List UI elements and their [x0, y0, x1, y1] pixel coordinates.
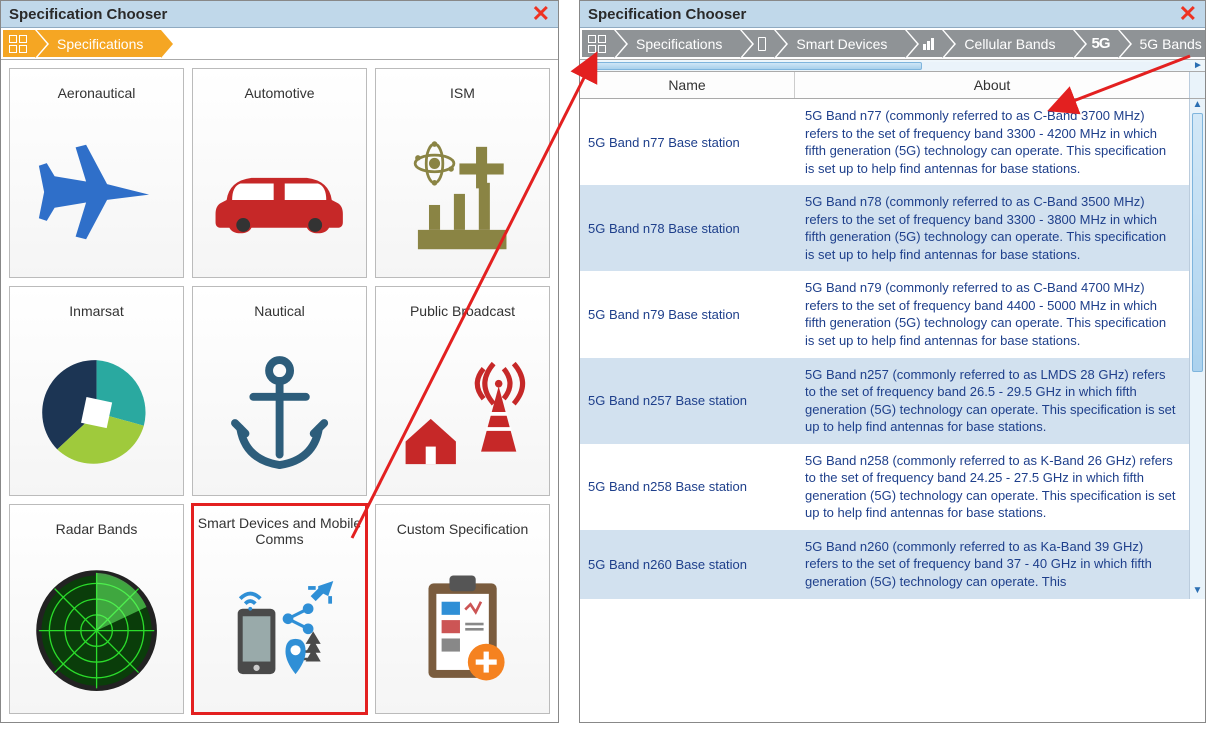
breadcrumb-specifications[interactable]: Specifications: [35, 30, 161, 57]
right-title: Specification Chooser: [588, 6, 746, 23]
phone-icon: [758, 37, 766, 51]
column-about[interactable]: About: [795, 72, 1189, 98]
breadcrumb-smart-devices[interactable]: Smart Devices: [774, 30, 905, 57]
tile-label: Smart Devices and Mobile Comms: [193, 505, 366, 553]
scroll-left-icon[interactable]: ◄: [580, 60, 594, 71]
breadcrumb-scrollbar[interactable]: ◄ ►: [580, 60, 1205, 72]
breadcrumb-label: Cellular Bands: [964, 36, 1055, 52]
left-breadcrumbs: Specifications: [1, 28, 558, 60]
breadcrumb-cellular-bands[interactable]: Cellular Bands: [942, 30, 1073, 57]
tile-nautical[interactable]: Nautical: [192, 286, 367, 496]
scroll-up-icon[interactable]: ▲: [1190, 99, 1205, 113]
ism-icon: [376, 113, 549, 277]
breadcrumb-label: Specifications: [57, 36, 143, 52]
scroll-track[interactable]: [1190, 113, 1205, 585]
tower-icon: [923, 38, 934, 50]
table-row[interactable]: 5G Band n257 Base station 5G Band n257 (…: [580, 358, 1189, 444]
table-row[interactable]: 5G Band n260 Base station 5G Band n260 (…: [580, 530, 1189, 599]
close-icon[interactable]: ✕: [532, 5, 550, 23]
close-icon[interactable]: ✕: [1179, 5, 1197, 23]
right-panel: Specification Chooser ✕ Specifications S…: [579, 0, 1206, 723]
clipboard-icon: [376, 549, 549, 713]
table-row[interactable]: 5G Band n77 Base station 5G Band n77 (co…: [580, 99, 1189, 185]
breadcrumb-label: Specifications: [636, 36, 722, 52]
left-titlebar: Specification Chooser ✕: [1, 1, 558, 28]
cell-about: 5G Band n78 (commonly referred to as C-B…: [795, 185, 1189, 271]
table-row[interactable]: 5G Band n258 Base station 5G Band n258 (…: [580, 444, 1189, 530]
grid-icon: [9, 35, 27, 53]
table-row[interactable]: 5G Band n79 Base station 5G Band n79 (co…: [580, 271, 1189, 357]
cell-name: 5G Band n257 Base station: [580, 358, 795, 444]
airplane-icon: [10, 113, 183, 277]
tile-smart-devices[interactable]: Smart Devices and Mobile Comms: [192, 504, 367, 714]
tile-automotive[interactable]: Automotive: [192, 68, 367, 278]
left-panel: Specification Chooser ✕ Specifications A…: [0, 0, 559, 723]
cell-name: 5G Band n258 Base station: [580, 444, 795, 530]
tile-label: Custom Specification: [393, 505, 533, 549]
tile-radar-bands[interactable]: Radar Bands: [9, 504, 184, 714]
scroll-thumb[interactable]: [594, 62, 922, 70]
tile-inmarsat[interactable]: Inmarsat: [9, 286, 184, 496]
tile-aeronautical[interactable]: Aeronautical: [9, 68, 184, 278]
column-name[interactable]: Name: [580, 72, 795, 98]
breadcrumb-label: 5G Bands: [1140, 36, 1202, 52]
tile-label: Inmarsat: [65, 287, 127, 331]
smart-devices-icon: [193, 553, 366, 713]
vertical-scrollbar[interactable]: ▲ ▼: [1189, 99, 1205, 599]
tile-label: ISM: [446, 69, 479, 113]
inmarsat-icon: [10, 331, 183, 495]
right-titlebar: Specification Chooser ✕: [580, 1, 1205, 28]
tile-grid: Aeronautical Automotive ISM: [1, 60, 558, 722]
scroll-thumb[interactable]: [1192, 113, 1203, 372]
cell-about: 5G Band n258 (commonly referred to as K-…: [795, 444, 1189, 530]
tile-public-broadcast[interactable]: Public Broadcast: [375, 286, 550, 496]
breadcrumb-label: Smart Devices: [796, 36, 887, 52]
tile-label: Automotive: [240, 69, 318, 113]
cell-about: 5G Band n260 (commonly referred to as Ka…: [795, 530, 1189, 599]
radar-icon: [10, 549, 183, 713]
breadcrumb-root-icon[interactable]: [3, 30, 35, 57]
tile-label: Radar Bands: [52, 505, 142, 549]
table-header: Name About: [580, 72, 1205, 99]
left-title: Specification Chooser: [9, 6, 167, 23]
tile-label: Aeronautical: [54, 69, 140, 113]
grid-icon: [588, 35, 606, 53]
cell-name: 5G Band n79 Base station: [580, 271, 795, 357]
anchor-icon: [193, 331, 366, 495]
tile-custom-specification[interactable]: Custom Specification: [375, 504, 550, 714]
tile-label: Nautical: [250, 287, 309, 331]
tile-ism[interactable]: ISM: [375, 68, 550, 278]
car-icon: [193, 113, 366, 277]
scroll-track[interactable]: [594, 62, 1191, 70]
five-g-icon: 5G: [1091, 35, 1109, 52]
tile-label: Public Broadcast: [406, 287, 519, 331]
cell-about: 5G Band n79 (commonly referred to as C-B…: [795, 271, 1189, 357]
breadcrumb-specifications[interactable]: Specifications: [614, 30, 740, 57]
table-body: 5G Band n77 Base station 5G Band n77 (co…: [580, 99, 1205, 599]
breadcrumb-root-icon[interactable]: [582, 30, 614, 57]
scroll-right-icon[interactable]: ►: [1191, 60, 1205, 71]
right-breadcrumbs: Specifications Smart Devices Cellular Ba…: [580, 28, 1205, 60]
table-row[interactable]: 5G Band n78 Base station 5G Band n78 (co…: [580, 185, 1189, 271]
cell-name: 5G Band n77 Base station: [580, 99, 795, 185]
scroll-down-icon[interactable]: ▼: [1190, 585, 1205, 599]
cell-name: 5G Band n78 Base station: [580, 185, 795, 271]
broadcast-icon: [376, 331, 549, 495]
cell-name: 5G Band n260 Base station: [580, 530, 795, 599]
cell-about: 5G Band n77 (commonly referred to as C-B…: [795, 99, 1189, 185]
cell-about: 5G Band n257 (commonly referred to as LM…: [795, 358, 1189, 444]
